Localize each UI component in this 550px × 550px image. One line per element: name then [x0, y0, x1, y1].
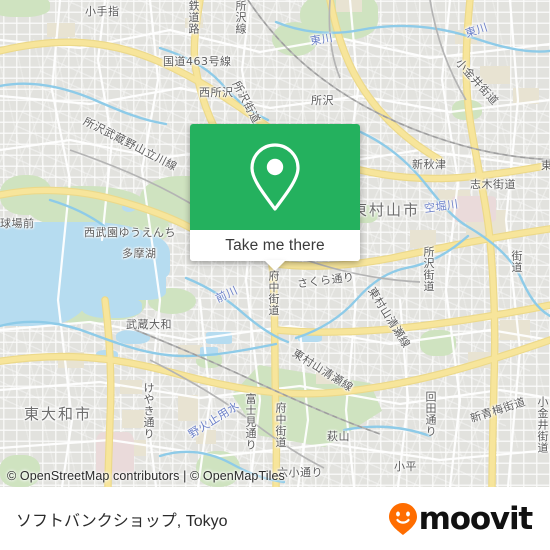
take-me-there-label: Take me there — [225, 236, 325, 254]
moovit-smiley-pin-icon — [388, 502, 417, 535]
moovit-map-screenshot: .rdW { stroke:#ffffff; fill:none; stroke… — [0, 0, 550, 550]
card-pointer-tail — [264, 260, 286, 271]
map-pin-icon — [250, 143, 300, 211]
take-me-there-button[interactable]: Take me there — [190, 230, 360, 271]
footer-bar: ソフトバンクショップ, Tokyo moovit — [0, 487, 550, 550]
moovit-logo[interactable]: moovit — [388, 500, 534, 537]
moovit-wordmark: moovit — [418, 500, 534, 537]
card-image-area — [190, 124, 360, 230]
map-attribution[interactable]: © OpenStreetMap contributors | © OpenMap… — [7, 469, 285, 483]
place-popup-card[interactable]: Take me there — [190, 124, 360, 271]
map-canvas[interactable]: .rdW { stroke:#ffffff; fill:none; stroke… — [0, 0, 550, 487]
place-title: ソフトバンクショップ, Tokyo — [16, 512, 228, 530]
